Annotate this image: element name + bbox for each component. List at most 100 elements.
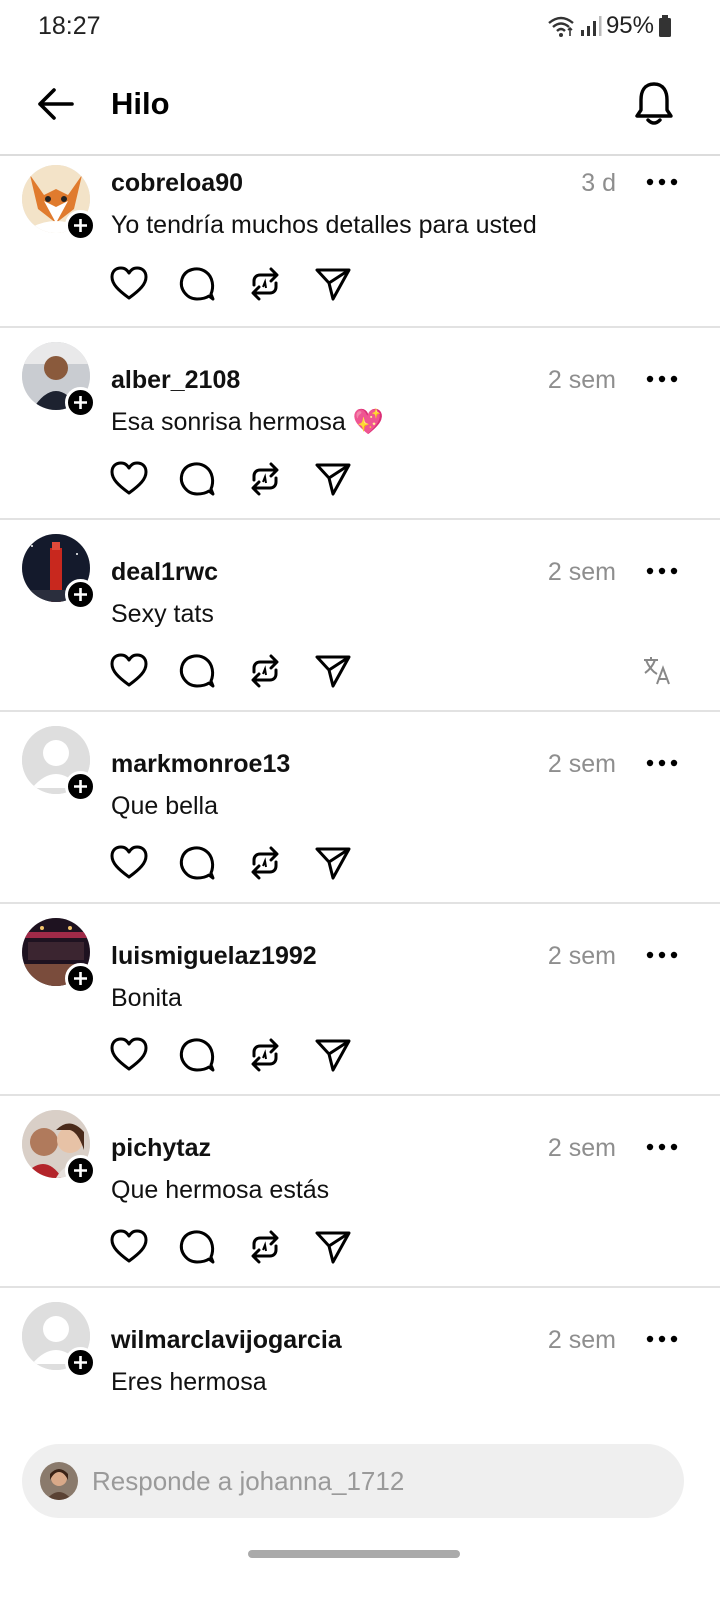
plus-icon [74, 1356, 87, 1369]
repost-icon [251, 267, 279, 301]
list-item: pichytaz 2 sem Que hermosa estás [0, 1096, 720, 1288]
repost-icon [251, 654, 279, 688]
like-button[interactable] [110, 1036, 148, 1074]
repost-button[interactable] [246, 652, 284, 690]
repost-button[interactable] [246, 1036, 284, 1074]
more-horizontal-icon [646, 1335, 678, 1343]
home-indicator[interactable] [248, 1550, 460, 1558]
more-options-button[interactable] [646, 175, 678, 189]
plus-icon [74, 1164, 87, 1177]
share-icon [315, 463, 351, 496]
avatar[interactable] [22, 165, 96, 241]
signal-icon [580, 15, 602, 37]
avatar[interactable] [22, 1110, 96, 1186]
follow-button[interactable] [65, 579, 96, 610]
like-button[interactable] [110, 652, 148, 690]
share-icon [315, 1231, 351, 1264]
more-horizontal-icon [646, 759, 678, 767]
comment-icon [179, 1038, 215, 1072]
reply-button[interactable] [178, 1228, 216, 1266]
share-button[interactable] [314, 1036, 352, 1074]
reply-button[interactable] [178, 265, 216, 303]
like-button[interactable] [110, 265, 148, 303]
username[interactable]: wilmarclavijogarcia [111, 1326, 342, 1355]
comment-icon [179, 846, 215, 880]
follow-button[interactable] [65, 963, 96, 994]
comment-text: Yo tendría muchos detalles para usted [111, 211, 537, 239]
heart-icon [110, 1037, 148, 1071]
translate-button[interactable] [642, 654, 674, 686]
reply-button[interactable] [178, 1036, 216, 1074]
battery-text: 95% [605, 12, 654, 39]
translate-icon [644, 657, 670, 685]
comment-text: Esa sonrisa hermosa 💖 [111, 408, 384, 436]
avatar [40, 1462, 78, 1500]
follow-button[interactable] [65, 210, 96, 241]
action-row [110, 460, 352, 498]
status-time: 18:27 [38, 12, 101, 40]
timestamp: 2 sem [547, 1326, 616, 1354]
more-options-button[interactable] [646, 1140, 678, 1154]
like-button[interactable] [110, 1228, 148, 1266]
plus-icon [74, 780, 87, 793]
username[interactable]: markmonroe13 [111, 750, 290, 779]
list-item: luismiguelaz1992 2 sem Bonita [0, 904, 720, 1096]
repost-button[interactable] [246, 460, 284, 498]
share-button[interactable] [314, 652, 352, 690]
repost-button[interactable] [246, 844, 284, 882]
like-button[interactable] [110, 460, 148, 498]
follow-button[interactable] [65, 387, 96, 418]
share-icon [315, 268, 351, 301]
status-bar: 18:27 95% [0, 0, 720, 52]
more-options-button[interactable] [646, 756, 678, 770]
more-horizontal-icon [646, 178, 678, 186]
avatar[interactable] [22, 1302, 96, 1378]
avatar[interactable] [22, 342, 96, 418]
repost-button[interactable] [246, 1228, 284, 1266]
comment-text: Eres hermosa [111, 1368, 267, 1396]
avatar[interactable] [22, 918, 96, 994]
reply-button[interactable] [178, 844, 216, 882]
avatar[interactable] [22, 726, 96, 802]
reply-button[interactable] [178, 652, 216, 690]
comment-text: Bonita [111, 984, 182, 1012]
more-options-button[interactable] [646, 1332, 678, 1346]
username[interactable]: pichytaz [111, 1134, 211, 1163]
action-row [110, 1036, 352, 1074]
timestamp: 2 sem [547, 366, 616, 394]
timestamp: 3 d [581, 169, 616, 197]
thread-replies-list[interactable]: cobreloa90 3 d Yo tendría muchos detalle… [0, 157, 720, 1420]
reply-input[interactable] [92, 1444, 662, 1518]
repost-icon [251, 1038, 279, 1072]
timestamp: 2 sem [547, 1134, 616, 1162]
username[interactable]: cobreloa90 [111, 169, 243, 198]
username[interactable]: luismiguelaz1992 [111, 942, 317, 971]
more-options-button[interactable] [646, 948, 678, 962]
reply-button[interactable] [178, 460, 216, 498]
follow-button[interactable] [65, 1347, 96, 1378]
share-button[interactable] [314, 1228, 352, 1266]
more-options-button[interactable] [646, 564, 678, 578]
share-button[interactable] [314, 265, 352, 303]
share-icon [315, 1039, 351, 1072]
notifications-button[interactable] [632, 80, 676, 126]
repost-button[interactable] [246, 265, 284, 303]
action-row [110, 265, 352, 303]
share-button[interactable] [314, 844, 352, 882]
share-icon [315, 655, 351, 688]
share-button[interactable] [314, 460, 352, 498]
back-button[interactable] [34, 84, 78, 124]
repost-icon [251, 846, 279, 880]
more-options-button[interactable] [646, 372, 678, 386]
avatar[interactable] [22, 534, 96, 610]
follow-button[interactable] [65, 1155, 96, 1186]
comment-icon [179, 267, 215, 301]
username[interactable]: deal1rwc [111, 558, 218, 587]
list-item: deal1rwc 2 sem Sexy tats [0, 520, 720, 712]
follow-button[interactable] [65, 771, 96, 802]
repost-icon [251, 1230, 279, 1264]
like-button[interactable] [110, 844, 148, 882]
comment-icon [179, 1230, 215, 1264]
username[interactable]: alber_2108 [111, 366, 240, 395]
timestamp: 2 sem [547, 942, 616, 970]
